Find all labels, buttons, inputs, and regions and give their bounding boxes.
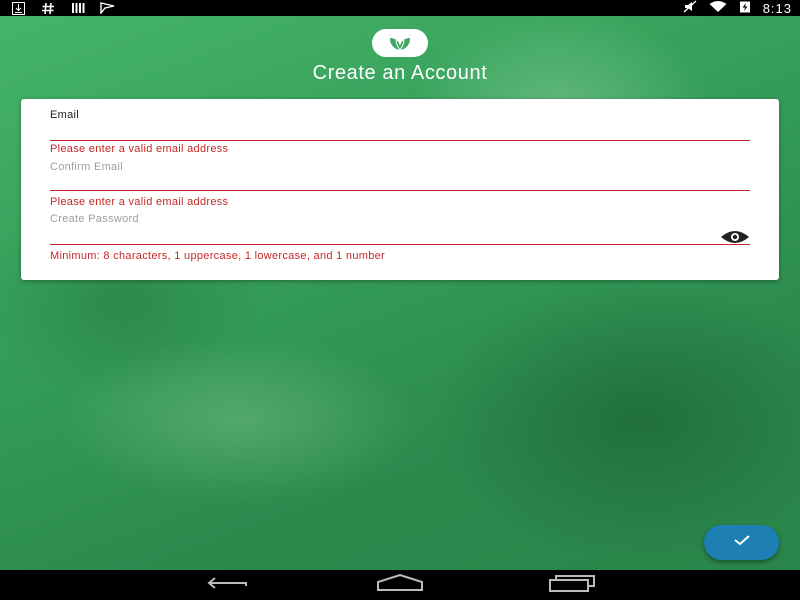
password-error: Minimum: 8 characters, 1 uppercase, 1 lo… bbox=[50, 250, 386, 262]
confirm-email-field[interactable]: Confirm Email Please enter a valid email… bbox=[50, 161, 750, 208]
home-icon bbox=[375, 573, 425, 597]
email-label: Email bbox=[50, 109, 80, 121]
password-underline bbox=[50, 244, 750, 245]
mute-icon bbox=[683, 0, 697, 16]
signal-bars-icon bbox=[70, 1, 86, 15]
recents-button[interactable] bbox=[547, 574, 597, 597]
status-bar: 8:13 bbox=[0, 0, 800, 16]
wifi-icon bbox=[709, 0, 727, 16]
confirm-email-label: Confirm Email bbox=[50, 161, 123, 173]
flag-icon bbox=[100, 1, 116, 15]
back-button[interactable] bbox=[204, 575, 254, 595]
page-title: Create an Account bbox=[312, 62, 488, 84]
download-icon bbox=[10, 1, 26, 15]
check-icon bbox=[731, 533, 753, 552]
email-underline bbox=[50, 140, 750, 141]
recents-icon bbox=[547, 574, 597, 597]
navigation-bar bbox=[0, 570, 800, 600]
hash-icon bbox=[40, 1, 56, 15]
confirm-email-underline bbox=[50, 190, 750, 191]
email-field[interactable]: Email Please enter a valid email address bbox=[50, 109, 750, 155]
password-label: Create Password bbox=[50, 213, 139, 225]
home-button[interactable] bbox=[375, 573, 425, 597]
clock: 8:13 bbox=[762, 0, 792, 16]
leaf-logo-icon bbox=[372, 29, 428, 57]
submit-button[interactable] bbox=[704, 525, 779, 560]
email-error: Please enter a valid email address bbox=[50, 143, 229, 155]
confirm-email-error: Please enter a valid email address bbox=[50, 196, 229, 208]
account-form-card: Email Please enter a valid email address… bbox=[21, 99, 779, 280]
eye-icon[interactable] bbox=[720, 229, 750, 245]
password-field[interactable]: Create Password Minimum: 8 characters, 1… bbox=[50, 213, 750, 265]
back-icon bbox=[206, 575, 252, 596]
create-account-screen: 8:13 Create an Account Email Please ente… bbox=[0, 0, 800, 600]
battery-charging-icon bbox=[739, 0, 751, 16]
